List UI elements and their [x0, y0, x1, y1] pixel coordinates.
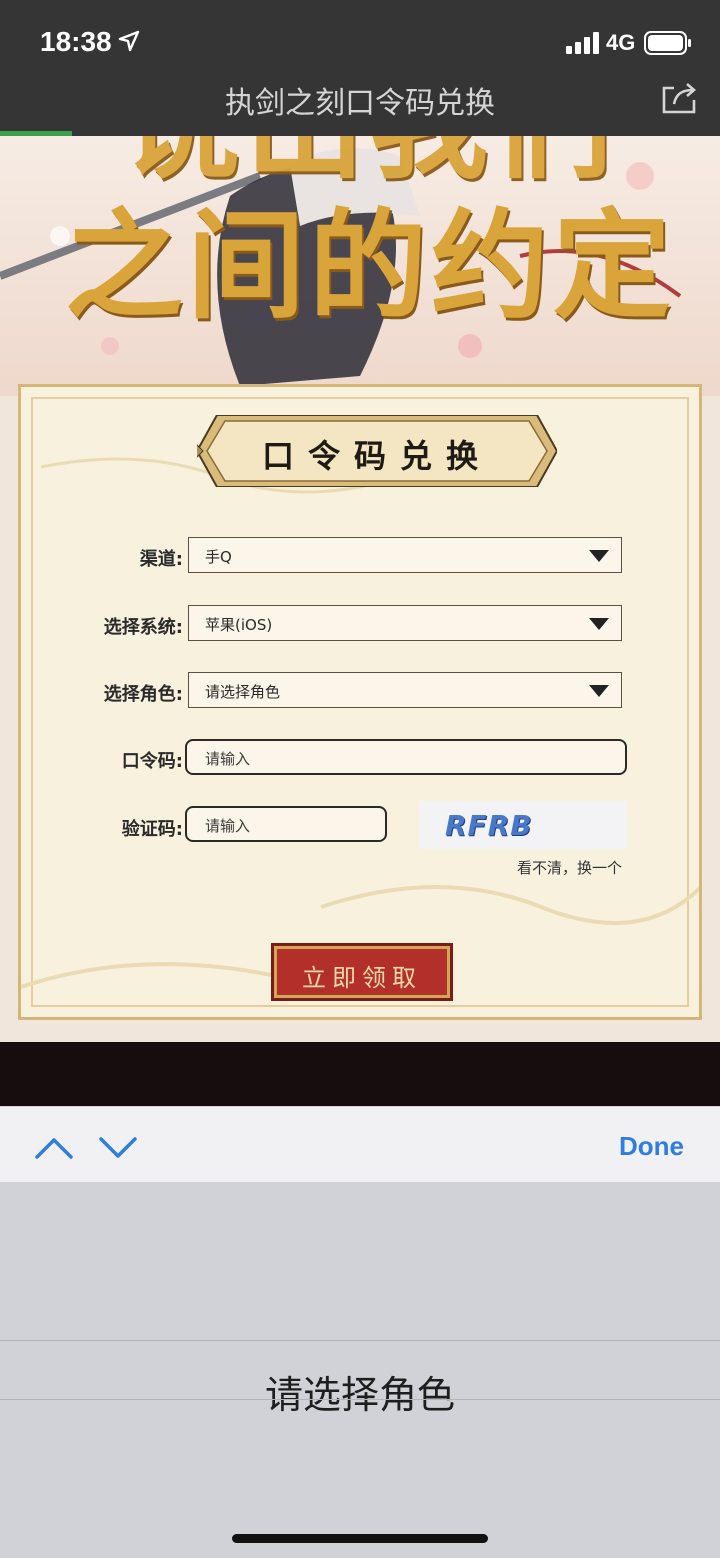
web-content: 说出我们 之间的约定 口令码兑换 渠道: 手Q 选择系统: 苹果(iOS) 选择…	[0, 136, 720, 1106]
share-icon[interactable]	[660, 80, 698, 116]
captcha-image[interactable]: RFRB	[419, 801, 627, 849]
battery-icon	[644, 31, 691, 55]
network-type: 4G	[606, 30, 636, 55]
page-footer	[0, 1042, 720, 1106]
status-time: 18:38	[40, 26, 112, 57]
caret-down-icon	[589, 550, 609, 562]
panel-title: 口令码兑换	[261, 437, 492, 475]
code-input[interactable]: 请输入	[185, 739, 627, 775]
role-value: 请选择角色	[205, 683, 281, 701]
next-field-icon[interactable]	[98, 1135, 138, 1161]
captcha-placeholder: 请输入	[205, 817, 251, 835]
input-accessory-bar: Done	[0, 1106, 720, 1183]
role-label: 选择角色:	[103, 684, 183, 705]
claim-button[interactable]: 立即领取	[271, 943, 453, 1001]
code-label: 口令码:	[121, 751, 183, 772]
channel-label: 渠道:	[139, 549, 183, 570]
captcha-input[interactable]: 请输入	[185, 806, 387, 842]
captcha-text: RFRB	[445, 809, 533, 842]
browser-top-bar: 18:38 4G 执剑之刻口令码兑换	[0, 0, 720, 136]
picker-option-selected[interactable]: 请选择角色	[0, 1364, 720, 1419]
system-value: 苹果(iOS)	[205, 616, 273, 634]
caret-down-icon	[589, 685, 609, 697]
role-select[interactable]: 请选择角色	[188, 672, 622, 708]
picker-selection-top	[0, 1340, 720, 1341]
previous-field-icon[interactable]	[34, 1135, 74, 1161]
banner-slogan-line1: 说出我们	[90, 136, 650, 186]
redeem-panel: 口令码兑换 渠道: 手Q 选择系统: 苹果(iOS) 选择角色: 请选择角色 口…	[18, 384, 702, 1020]
channel-select[interactable]: 手Q	[188, 537, 622, 573]
system-select[interactable]: 苹果(iOS)	[188, 605, 622, 641]
refresh-captcha-link[interactable]: 看不清，换一个	[517, 857, 622, 878]
done-button[interactable]: Done	[619, 1131, 684, 1162]
channel-value: 手Q	[205, 548, 232, 566]
home-indicator	[232, 1534, 488, 1543]
role-picker[interactable]: 请选择角色	[0, 1182, 720, 1558]
system-label: 选择系统:	[103, 617, 183, 638]
banner: 说出我们 之间的约定	[0, 136, 720, 396]
claim-button-label: 立即领取	[302, 964, 422, 992]
captcha-label: 验证码:	[121, 819, 183, 840]
location-arrow-icon	[118, 30, 140, 52]
banner-slogan-line2: 之间的约定	[64, 196, 675, 335]
picker-selection-bottom	[0, 1399, 720, 1400]
code-placeholder: 请输入	[205, 750, 251, 768]
cellular-signal-icon	[566, 32, 599, 54]
caret-down-icon	[589, 618, 609, 630]
page-title: 执剑之刻口令码兑换	[225, 86, 495, 121]
